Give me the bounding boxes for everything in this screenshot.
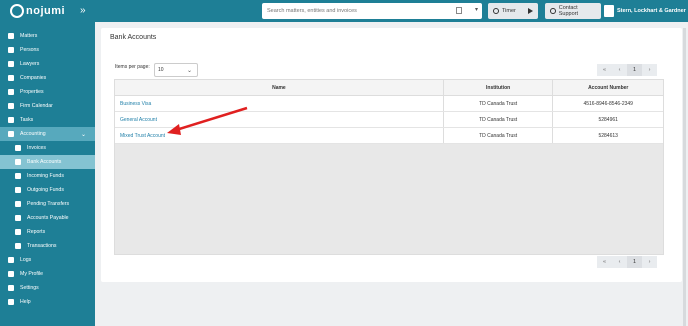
annotation-arrow-icon (167, 106, 248, 135)
scrollbar[interactable] (683, 28, 686, 326)
